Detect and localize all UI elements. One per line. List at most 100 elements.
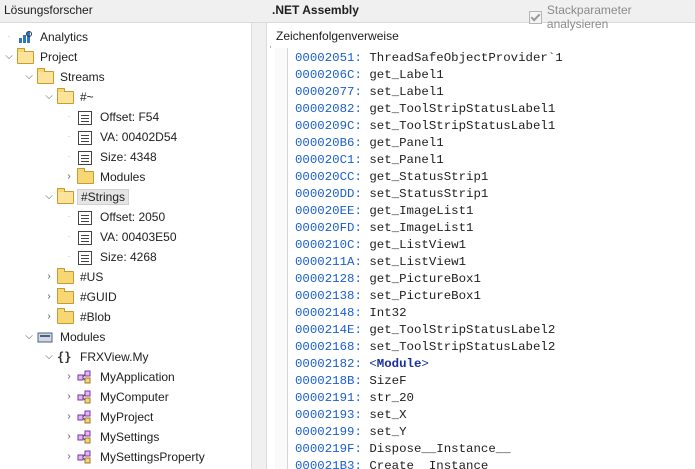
tree-item[interactable]: · VA: 00402D54 <box>64 127 180 147</box>
string-reference-line[interactable]: 0000218B: SizeF <box>295 373 407 390</box>
string-reference-line[interactable]: 00002148: Int32 <box>295 305 407 322</box>
string-reference-line[interactable]: 00002182: <Module> <box>295 356 429 373</box>
tree-item[interactable]: › MyProject <box>64 407 156 427</box>
tree-item[interactable]: · Size: 4348 <box>64 147 160 167</box>
tree-item[interactable]: › #GUID <box>44 287 120 307</box>
chevron-down-icon[interactable]: ⌵ <box>24 331 34 343</box>
tree-item[interactable]: › #US <box>44 267 106 287</box>
chevron-down-icon[interactable]: ⌵ <box>44 91 54 103</box>
string-reference-line[interactable]: 00002082: get_ToolStripStatusLabel1 <box>295 101 555 118</box>
tree-item[interactable]: ⌵ #Strings <box>44 187 130 207</box>
tab-string-references[interactable]: Zeichenfolgenverweise <box>270 26 420 48</box>
chevron-down-icon[interactable]: ⌵ <box>24 71 34 83</box>
tree-item-label: FRXView.My <box>80 350 149 364</box>
dotted-connector-icon: · <box>7 31 11 42</box>
string-reference-line[interactable]: 000020EE: get_ImageList1 <box>295 203 473 220</box>
address-offset: 0000219F: <box>295 442 362 456</box>
string-reference-line[interactable]: 00002168: set_ToolStripStatusLabel2 <box>295 339 555 356</box>
string-reference-line[interactable]: 0000209C: set_ToolStripStatusLabel1 <box>295 118 555 135</box>
string-references-view[interactable]: 00002051: ThreadSafeObjectProvider`1 0000… <box>271 46 695 469</box>
tree-item[interactable]: › MyApplication <box>64 367 178 387</box>
chevron-down-icon[interactable]: ⌵ <box>44 191 54 203</box>
tree-item-label: MySettingsProperty <box>100 450 205 464</box>
address-offset: 0000218B: <box>295 374 362 388</box>
tree-item[interactable]: › MySettingsProperty <box>64 447 208 467</box>
tree-item-label: Streams <box>60 70 105 84</box>
address-offset: 00002193: <box>295 408 362 422</box>
chevron-right-icon[interactable]: › <box>64 391 74 403</box>
tree-item[interactable]: · Size: 4268 <box>64 247 160 267</box>
string-value: get_StatusStrip1 <box>369 170 489 184</box>
string-reference-line[interactable]: 000020C1: set_Panel1 <box>295 152 444 169</box>
tree-item-label: Modules <box>100 170 146 184</box>
string-value: SizeF <box>369 374 407 388</box>
tree-item[interactable]: · Analytics <box>4 27 91 47</box>
property-icon <box>77 130 93 145</box>
string-reference-line[interactable]: 00002193: set_X <box>295 407 407 424</box>
string-value: get_Panel1 <box>369 136 444 150</box>
address-offset: 00002148: <box>295 306 362 320</box>
string-reference-line[interactable]: 00002077: set_Label1 <box>295 84 444 101</box>
string-reference-line[interactable]: 000020CC: get_StatusStrip1 <box>295 169 488 186</box>
checkbox-icon[interactable] <box>529 10 542 24</box>
string-value: get_Label1 <box>369 68 444 82</box>
tree-item-label: Project <box>40 50 78 64</box>
chevron-right-icon[interactable]: › <box>64 171 74 183</box>
address-offset: 000020FD: <box>295 221 362 235</box>
solution-tree[interactable]: · Analytics ⌵ Project ⌵ Streams ⌵ #~ · Offset: F5… <box>0 23 251 469</box>
tree-item[interactable]: · VA: 00403E50 <box>64 227 180 247</box>
tree-item-label: MyApplication <box>100 370 175 384</box>
chevron-right-icon[interactable]: › <box>44 271 54 283</box>
chevron-down-icon[interactable]: ⌵ <box>44 351 54 363</box>
chevron-down-icon[interactable]: ⌵ <box>4 51 14 63</box>
tree-item[interactable]: · Offset: 2050 <box>64 207 168 227</box>
chevron-right-icon[interactable]: › <box>64 371 74 383</box>
string-reference-line[interactable]: 0000211A: set_ListView1 <box>295 254 466 271</box>
string-reference-line[interactable]: 00002128: get_PictureBox1 <box>295 271 481 288</box>
chevron-right-icon[interactable]: › <box>44 311 54 323</box>
string-reference-line[interactable]: 00002199: set_Y <box>295 424 407 441</box>
chevron-right-icon[interactable]: › <box>64 431 74 443</box>
tree-item[interactable]: ⌵{} FRXView.My <box>44 347 151 367</box>
string-reference-line[interactable]: 000020FD: set_ImageList1 <box>295 220 473 237</box>
string-value: set_ListView1 <box>369 255 467 269</box>
tree-item-label: MyComputer <box>100 390 169 404</box>
chevron-right-icon[interactable]: › <box>44 291 54 303</box>
tree-item[interactable]: ⌵ Modules <box>24 327 108 347</box>
tree-item[interactable]: › MySettings <box>64 427 162 447</box>
string-reference-line[interactable]: 00002051: ThreadSafeObjectProvider`1 <box>295 50 563 67</box>
string-value: set_Y <box>369 425 407 439</box>
string-reference-line[interactable]: 0000206C: get_Label1 <box>295 67 444 84</box>
address-offset: 000020DD: <box>295 187 362 201</box>
panel-splitter[interactable] <box>251 23 267 469</box>
string-reference-line[interactable]: 0000214E: get_ToolStripStatusLabel2 <box>295 322 555 339</box>
tree-item-label: #Blob <box>80 310 111 324</box>
tree-item[interactable]: › Modules <box>64 167 148 187</box>
stack-parameter-toggle[interactable]: Stackparameter analysieren <box>529 3 695 31</box>
string-reference-line[interactable]: 0000219F: Dispose__Instance__ <box>295 441 511 458</box>
tree-item[interactable]: ⌵ #~ <box>44 87 97 107</box>
string-value: get_ToolStripStatusLabel1 <box>369 102 556 116</box>
address-offset: 0000210C: <box>295 238 362 252</box>
string-reference-line[interactable]: 000021B3: Create__Instance__ <box>295 458 503 469</box>
string-reference-line[interactable]: 00002138: set_PictureBox1 <box>295 288 481 305</box>
tree-item[interactable]: ⌵ Project <box>4 47 80 67</box>
string-reference-line[interactable]: 000020DD: set_StatusStrip1 <box>295 186 488 203</box>
address-offset: 00002199: <box>295 425 362 439</box>
chevron-right-icon[interactable]: › <box>64 411 74 423</box>
address-offset: 000020B6: <box>295 136 362 150</box>
string-value: <Module> <box>369 357 429 371</box>
string-reference-line[interactable]: 000020B6: get_Panel1 <box>295 135 444 152</box>
string-reference-line[interactable]: 00002191: str_20 <box>295 390 414 407</box>
tree-item[interactable]: · Offset: F54 <box>64 107 162 127</box>
folder-icon <box>77 168 94 184</box>
tree-item[interactable]: › MyComputer <box>64 387 172 407</box>
tree-item[interactable]: › #Blob <box>44 307 114 327</box>
chevron-right-icon[interactable]: › <box>64 451 74 463</box>
tree-item[interactable]: ⌵ Streams <box>24 67 108 87</box>
address-offset: 000020CC: <box>295 170 362 184</box>
string-reference-line[interactable]: 0000210C: get_ListView1 <box>295 237 466 254</box>
assembly-title: .NET Assembly <box>272 3 359 17</box>
string-value: set_ToolStripStatusLabel2 <box>369 340 556 354</box>
editor-gutter <box>275 48 288 469</box>
